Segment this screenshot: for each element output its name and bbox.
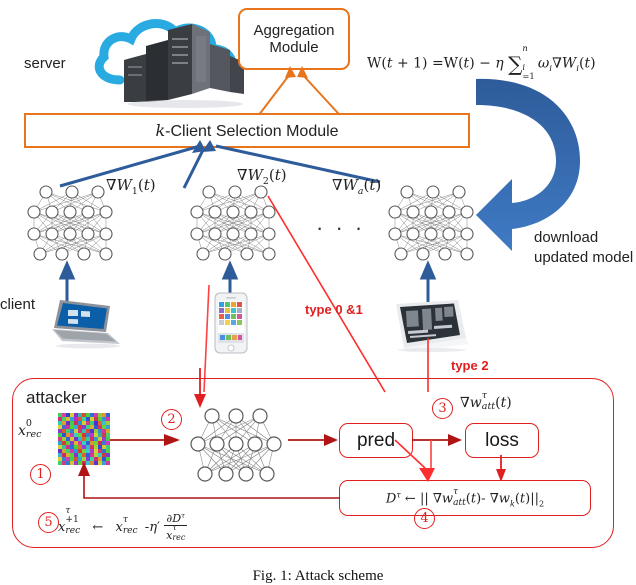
reconstruction-update-formula: x τ +1 rec ← x τ rec -η′ ∂Dτ x τ rec [58, 505, 188, 543]
model-download-to-attacker-arrow [194, 368, 206, 408]
aggregation-module-line1: Aggregation [253, 21, 335, 39]
server-label: server [24, 55, 66, 72]
reconstructed-noise-image [58, 413, 110, 465]
attack-type-0-1-label: type 0 &1 [305, 302, 363, 317]
distance-formula: Dτ ← || ∇w τ att (t)- ∇wk(t)||2 [385, 486, 545, 509]
step-2-badge: 2 [161, 409, 182, 430]
attacker-gradient-label: ∇w τ att (t) [460, 389, 512, 413]
network-to-pred-arrow [288, 434, 338, 446]
attack-type-2-label: type 2 [451, 358, 489, 373]
noise-to-network-arrow [110, 434, 180, 446]
x-rec-initial-label: x 0 rec [18, 417, 42, 441]
gradient-feedback-loop [78, 462, 340, 499]
client-gradient-into-distance-arrows [394, 439, 435, 482]
cloud-server-illustration [94, 19, 244, 108]
step-5-badge: 5 [38, 512, 59, 533]
attack-type-red-lines [203, 195, 429, 393]
global-update-formula: W(t + 1) =W(t) − η ∑ n i =1 ωi∇Wi(t) [367, 43, 596, 81]
aggregation-module-line2: Module [269, 39, 319, 56]
k-symbol: k [155, 120, 166, 140]
loss-to-distance-arrow [496, 455, 506, 482]
distance-formula-box: Dτ ← || ∇w τ att (t)- ∇wk(t)||2 [339, 480, 591, 516]
aggregation-module-box[interactable]: Aggregation Module [238, 8, 350, 70]
k-client-selection-module-text: -Client Selection Module [165, 122, 339, 140]
step-4-badge: 4 [414, 508, 435, 529]
step-1-badge: 1 [30, 464, 51, 485]
figure-caption: Fig. 1: Attack scheme [252, 568, 384, 584]
attacker-title: attacker [26, 388, 87, 407]
step-3-badge: 3 [432, 398, 453, 419]
k-client-selection-module-label: k-Client Selection Module [155, 121, 338, 141]
loss-box[interactable]: loss [465, 423, 539, 458]
